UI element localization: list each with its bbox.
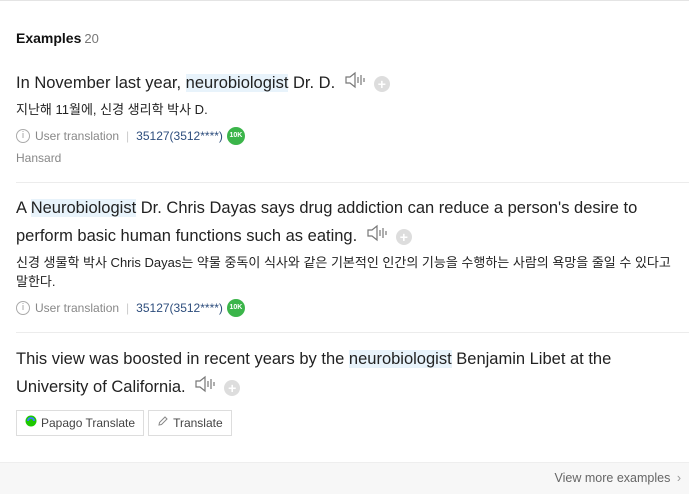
meta-separator: | [126, 128, 130, 143]
info-icon[interactable]: i [16, 300, 30, 315]
pencil-icon [157, 415, 169, 430]
examples-count: 20 [84, 31, 99, 46]
example-divider [16, 182, 689, 183]
sentence-text: In November last year, [16, 74, 186, 92]
add-wordbook-icon[interactable]: + [224, 379, 241, 396]
view-more-label: View more examples [554, 471, 671, 485]
translator-id[interactable]: 35127(3512****) [136, 129, 223, 143]
speaker-icon[interactable] [194, 374, 218, 402]
top-border [0, 0, 689, 1]
translator-badge: 10K [226, 126, 245, 145]
translate-buttons: Papago Translate Translate [16, 409, 676, 436]
papago-translate-label: Papago Translate [41, 415, 136, 430]
meta-label: User translation [35, 300, 120, 315]
sentence-text: This view was boosted in recent years by… [16, 350, 349, 368]
example-divider [16, 332, 689, 333]
example-translation: 신경 생물학 박사 Chris Dayas는 약물 중독이 식사와 같은 기본적… [16, 254, 671, 289]
translation-meta: i User translation | 35127(3512****) 10K [16, 298, 676, 317]
highlighted-term[interactable]: Neurobiologist [30, 199, 137, 217]
translator-id[interactable]: 35127(3512****) [136, 301, 223, 315]
translate-label: Translate [173, 415, 223, 430]
example-item: This view was boosted in recent years by… [16, 345, 676, 436]
sentence-text: A [16, 199, 31, 217]
speaker-icon[interactable] [366, 223, 390, 251]
meta-label: User translation [35, 128, 120, 143]
info-icon[interactable]: i [16, 128, 30, 143]
add-wordbook-icon[interactable]: + [395, 228, 412, 245]
translate-button[interactable]: Translate [148, 409, 232, 436]
translation-meta: i User translation | 35127(3512****) 10K [16, 126, 676, 145]
translator-badge: 10K [226, 298, 245, 317]
example-translation: 지난해 11월에, 신경 생리학 박사 D. [16, 101, 208, 117]
papago-translate-button[interactable]: Papago Translate [16, 409, 145, 436]
papago-icon [25, 415, 37, 430]
sentence-text: Dr. D. [288, 74, 336, 92]
example-item: A Neurobiologist Dr. Chris Dayas says dr… [16, 194, 676, 317]
examples-title: Examples [16, 30, 82, 46]
example-sentence: A Neurobiologist Dr. Chris Dayas says dr… [16, 194, 676, 251]
example-sentence: In November last year, neurobiologist Dr… [16, 69, 676, 98]
highlighted-term[interactable]: neurobiologist [185, 74, 289, 92]
chevron-right-icon: › [676, 471, 681, 485]
highlighted-term[interactable]: neurobiologist [348, 350, 452, 368]
speaker-icon[interactable] [344, 70, 368, 98]
example-item: In November last year, neurobiologist Dr… [16, 69, 676, 165]
example-source: Hansard [16, 150, 62, 165]
footer-bar: View more examples › [0, 462, 689, 494]
meta-separator: | [126, 300, 130, 315]
view-more-examples-link[interactable]: View more examples › [555, 471, 681, 485]
examples-header: Examples 20 [16, 30, 99, 46]
example-sentence: This view was boosted in recent years by… [16, 345, 676, 402]
add-wordbook-icon[interactable]: + [373, 75, 390, 92]
